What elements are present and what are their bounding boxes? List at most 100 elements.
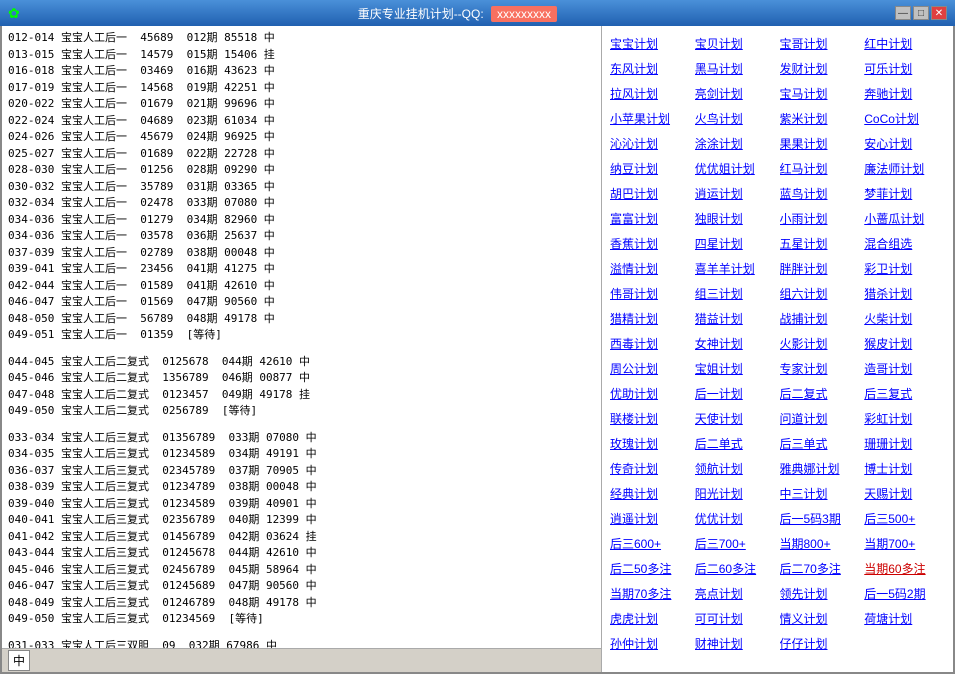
plan-link[interactable]: 当期60多注 [864, 557, 945, 579]
close-button[interactable]: ✕ [931, 6, 947, 20]
plan-link[interactable]: 经典计划 [610, 482, 691, 504]
plan-link[interactable]: 安心计划 [864, 132, 945, 154]
plan-link[interactable]: 果果计划 [780, 132, 861, 154]
plan-link[interactable]: 后一5码2期 [864, 582, 945, 604]
plan-link[interactable]: 后三500+ [864, 507, 945, 529]
plan-link[interactable]: 可乐计划 [864, 57, 945, 79]
plan-link[interactable]: 东风计划 [610, 57, 691, 79]
minimize-button[interactable]: — [895, 6, 911, 20]
plan-link[interactable]: 领航计划 [695, 457, 776, 479]
plan-link[interactable]: 胖胖计划 [780, 257, 861, 279]
plan-link[interactable]: 四星计划 [695, 232, 776, 254]
plan-link[interactable]: 亮剑计划 [695, 82, 776, 104]
plan-link[interactable]: 当期70多注 [610, 582, 691, 604]
plan-link[interactable]: 传奇计划 [610, 457, 691, 479]
plan-link[interactable]: 后二复式 [780, 382, 861, 404]
plan-link[interactable]: 黑马计划 [695, 57, 776, 79]
plan-link[interactable]: 蓝鸟计划 [780, 182, 861, 204]
plan-link[interactable]: 宝哥计划 [780, 32, 861, 54]
plan-link[interactable]: 伟哥计划 [610, 282, 691, 304]
plan-link[interactable]: 博士计划 [864, 457, 945, 479]
plan-link[interactable]: 仔仔计划 [780, 632, 861, 654]
plan-link[interactable]: 战捕计划 [780, 307, 861, 329]
plan-link[interactable]: 小雨计划 [780, 207, 861, 229]
plan-link[interactable]: 珊珊计划 [864, 432, 945, 454]
plan-link[interactable]: 奔驰计划 [864, 82, 945, 104]
plan-link[interactable]: 阳光计划 [695, 482, 776, 504]
plan-link[interactable]: 纳豆计划 [610, 157, 691, 179]
plan-link[interactable]: 香蕉计划 [610, 232, 691, 254]
plan-link[interactable]: 后二70多注 [780, 557, 861, 579]
plan-link[interactable]: 混合组选 [864, 232, 945, 254]
plan-link[interactable]: 五星计划 [780, 232, 861, 254]
plan-link[interactable]: 中三计划 [780, 482, 861, 504]
plan-link[interactable]: 猎杀计划 [864, 282, 945, 304]
plan-link[interactable]: 后一5码3期 [780, 507, 861, 529]
plan-link[interactable]: 火柴计划 [864, 307, 945, 329]
plan-link[interactable]: 雅典娜计划 [780, 457, 861, 479]
plan-link[interactable]: 情义计划 [780, 607, 861, 629]
plan-link[interactable]: 后三单式 [780, 432, 861, 454]
plan-link[interactable]: 火影计划 [780, 332, 861, 354]
plan-link[interactable]: 后二单式 [695, 432, 776, 454]
plan-link[interactable]: 涂涂计划 [695, 132, 776, 154]
plan-link[interactable]: 彩卫计划 [864, 257, 945, 279]
plan-link[interactable]: CoCo计划 [864, 107, 945, 129]
plan-link[interactable]: 宝贝计划 [695, 32, 776, 54]
plan-link[interactable]: 天赐计划 [864, 482, 945, 504]
plan-link[interactable]: 拉风计划 [610, 82, 691, 104]
plan-link[interactable]: 猎精计划 [610, 307, 691, 329]
plan-link[interactable]: 优优计划 [695, 507, 776, 529]
plan-link[interactable]: 彩虹计划 [864, 407, 945, 429]
plan-link[interactable]: 周公计划 [610, 357, 691, 379]
plan-link[interactable]: 后三复式 [864, 382, 945, 404]
plan-link[interactable]: 专家计划 [780, 357, 861, 379]
plan-link[interactable]: 后三700+ [695, 532, 776, 554]
plan-link[interactable]: 联楼计划 [610, 407, 691, 429]
plan-link[interactable]: 优助计划 [610, 382, 691, 404]
plan-link[interactable]: 可可计划 [695, 607, 776, 629]
plan-link[interactable]: 猴皮计划 [864, 332, 945, 354]
plan-link[interactable]: 沁沁计划 [610, 132, 691, 154]
plan-link[interactable]: 后三600+ [610, 532, 691, 554]
plan-link[interactable]: 亮点计划 [695, 582, 776, 604]
plan-link[interactable]: 宝宝计划 [610, 32, 691, 54]
plan-link[interactable]: 组六计划 [780, 282, 861, 304]
plan-link[interactable]: 火鸟计划 [695, 107, 776, 129]
plan-link[interactable]: 梦菲计划 [864, 182, 945, 204]
plan-link[interactable]: 小蔷瓜计划 [864, 207, 945, 229]
plan-link[interactable]: 组三计划 [695, 282, 776, 304]
plan-link[interactable]: 孙仲计划 [610, 632, 691, 654]
plan-link[interactable]: 当期800+ [780, 532, 861, 554]
plan-link[interactable]: 逍运计划 [695, 182, 776, 204]
plan-link[interactable]: 红马计划 [780, 157, 861, 179]
plan-link[interactable]: 独眼计划 [695, 207, 776, 229]
plan-link[interactable]: 紫米计划 [780, 107, 861, 129]
plan-link[interactable]: 问道计划 [780, 407, 861, 429]
plan-link[interactable]: 造哥计划 [864, 357, 945, 379]
plan-link[interactable]: 后二60多注 [695, 557, 776, 579]
plan-link[interactable]: 廉法师计划 [864, 157, 945, 179]
plan-link[interactable]: 财神计划 [695, 632, 776, 654]
plan-link[interactable]: 女神计划 [695, 332, 776, 354]
plan-link[interactable]: 红中计划 [864, 32, 945, 54]
plan-link[interactable]: 领先计划 [780, 582, 861, 604]
plan-link[interactable]: 天使计划 [695, 407, 776, 429]
plan-link[interactable]: 西毒计划 [610, 332, 691, 354]
plan-link[interactable]: 当期700+ [864, 532, 945, 554]
plan-link[interactable]: 宝姐计划 [695, 357, 776, 379]
plan-link[interactable]: 富富计划 [610, 207, 691, 229]
plan-link[interactable]: 猎益计划 [695, 307, 776, 329]
plan-link[interactable]: 喜羊羊计划 [695, 257, 776, 279]
plan-link[interactable]: 发财计划 [780, 57, 861, 79]
plan-link[interactable]: 虎虎计划 [610, 607, 691, 629]
plan-link[interactable]: 玫瑰计划 [610, 432, 691, 454]
plan-link[interactable]: 胡巴计划 [610, 182, 691, 204]
plan-link[interactable]: 小苹果计划 [610, 107, 691, 129]
plan-link[interactable]: 荷塘计划 [864, 607, 945, 629]
plan-link[interactable]: 后一计划 [695, 382, 776, 404]
plan-link[interactable]: 逍遥计划 [610, 507, 691, 529]
plan-link[interactable]: 后二50多注 [610, 557, 691, 579]
content-scroll-area[interactable]: 012-014 宝宝人工后一 45689 012期 85518 中013-015… [2, 26, 601, 648]
plan-link[interactable]: 宝马计划 [780, 82, 861, 104]
